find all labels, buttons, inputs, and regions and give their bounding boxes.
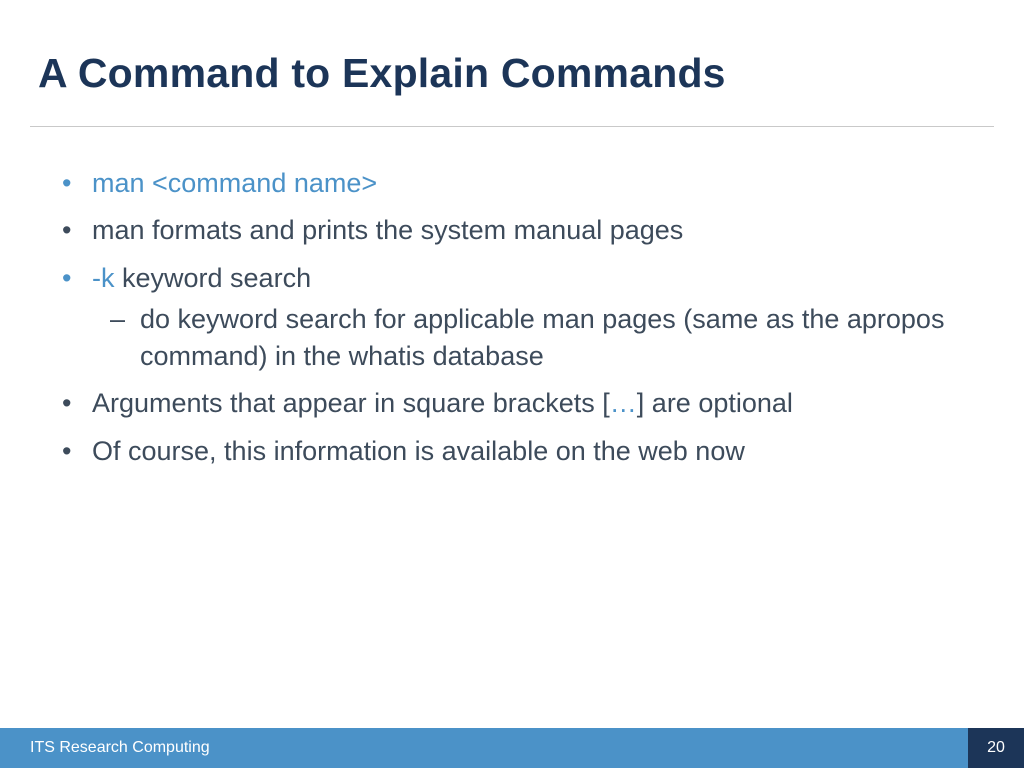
sub-bullet-item: do keyword search for applicable man pag… <box>92 301 984 374</box>
footer-bar: ITS Research Computing 20 <box>0 728 1024 768</box>
bullet-text-prefix: -k <box>92 263 115 293</box>
sub-bullet-list: do keyword search for applicable man pag… <box>92 301 984 374</box>
title-divider <box>30 126 994 127</box>
slide-body: man <command name> man formats and print… <box>40 165 984 480</box>
page-number: 20 <box>968 728 1024 768</box>
bullet-text: man <command name> <box>92 168 377 198</box>
bullet-list: man <command name> man formats and print… <box>40 165 984 469</box>
bullet-text-rest: keyword search <box>115 263 312 293</box>
bullet-item: Arguments that appear in square brackets… <box>40 385 984 421</box>
slide: A Command to Explain Commands man <comma… <box>0 0 1024 768</box>
bullet-text-mid: … <box>610 388 637 418</box>
bullet-item: man formats and prints the system manual… <box>40 212 984 248</box>
bullet-text: man formats and prints the system manual… <box>92 215 683 245</box>
sub-bullet-text: do keyword search for applicable man pag… <box>140 304 944 370</box>
bullet-item: Of course, this information is available… <box>40 433 984 469</box>
bullet-item: -k keyword search do keyword search for … <box>40 260 984 374</box>
footer-org: ITS Research Computing <box>0 739 968 757</box>
bullet-text-a: Arguments that appear in square brackets… <box>92 388 610 418</box>
bullet-item: man <command name> <box>40 165 984 201</box>
slide-title: A Command to Explain Commands <box>38 50 986 97</box>
bullet-text: Of course, this information is available… <box>92 436 745 466</box>
bullet-text-b: ] are optional <box>637 388 793 418</box>
